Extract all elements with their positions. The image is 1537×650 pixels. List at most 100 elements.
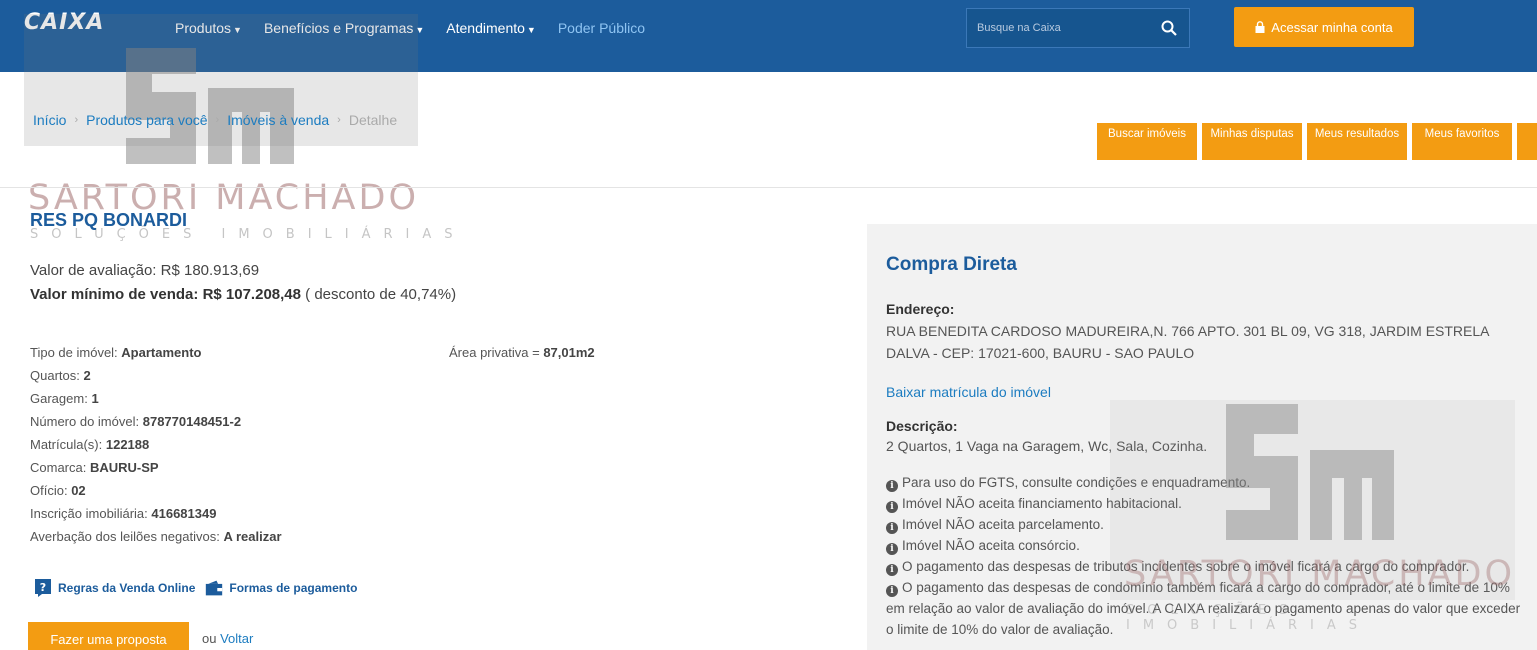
lock-icon: [1255, 21, 1265, 33]
quick-actions: Buscar imóveis Minhas disputas Meus resu…: [1097, 123, 1537, 160]
detail-label: Tipo de imóvel:: [30, 345, 118, 360]
area-value: 87,01m2: [543, 345, 595, 360]
nav-atendimento[interactable]: Atendimento ▼: [446, 20, 536, 36]
chevron-down-icon: ▼: [526, 25, 536, 35]
property-details: Tipo de imóvel: Apartamento Quartos: 2 G…: [30, 344, 282, 551]
detail-value: 122188: [105, 437, 150, 452]
meus-favoritos-button[interactable]: Meus favoritos: [1412, 123, 1512, 160]
detail-value: 416681349: [151, 506, 217, 521]
chevron-right-icon: ›: [74, 114, 79, 126]
main-nav: Produtos ▼ Benefícios e Programas ▼ Atendi…: [175, 20, 645, 36]
chevron-right-icon: ›: [215, 114, 220, 126]
wallet-icon: [206, 580, 223, 596]
area-label: Área privativa =: [449, 345, 540, 360]
property-title: RES PQ BONARDI: [30, 210, 188, 230]
breadcrumb-imoveis[interactable]: Imóveis à venda: [227, 112, 329, 128]
detail-row: Ofício: 02: [30, 482, 282, 505]
breadcrumb-inicio[interactable]: Início: [33, 112, 66, 128]
baixar-matricula-link[interactable]: Baixar matrícula do imóvel: [886, 384, 1051, 400]
endereco-label: Endereço:: [886, 301, 955, 317]
detail-row: Comarca: BAURU-SP: [30, 459, 282, 482]
detail-label: Ofício:: [30, 483, 68, 498]
detail-value: 2: [83, 368, 91, 383]
valor-avaliacao-label: Valor de avaliação:: [30, 262, 157, 279]
detail-value: 02: [71, 483, 86, 498]
valor-minimo-value: R$ 107.208,48: [202, 286, 301, 303]
detail-row: Garagem: 1: [30, 390, 282, 413]
detail-value: BAURU-SP: [89, 460, 159, 475]
detail-label: Comarca:: [30, 460, 87, 475]
chevron-right-icon: ›: [337, 114, 341, 126]
panel-title: Compra Direta: [886, 254, 1017, 275]
info-icon: i: [886, 564, 898, 576]
valor-avaliacao: Valor de avaliação: R$ 180.913,69: [30, 262, 259, 279]
nav-atendimento-label: Atendimento: [446, 20, 525, 36]
ou-text: ou: [202, 631, 217, 646]
note-text: O pagamento das despesas de condomínio t…: [886, 580, 1521, 637]
nav-produtos[interactable]: Produtos ▼: [175, 20, 242, 36]
login-label: Acessar minha conta: [1271, 19, 1393, 35]
search-icon[interactable]: [1161, 20, 1177, 36]
nav-produtos-label: Produtos: [175, 20, 232, 36]
list-item: i O pagamento das despesas de tributos in…: [886, 556, 1526, 577]
breadcrumb-produtos[interactable]: Produtos para você: [86, 112, 207, 128]
info-icon: i: [886, 543, 898, 555]
desconto: ( desconto de 40,74%): [305, 286, 457, 303]
formas-pagamento-label: Formas de pagamento: [229, 581, 358, 595]
note-text: Para uso do FGTS, consulte condições e e…: [902, 475, 1251, 490]
search-box: [966, 8, 1190, 48]
info-icon: i: [886, 480, 898, 492]
detail-value: 1: [91, 391, 99, 406]
note-text: Imóvel NÃO aceita financiamento habitaci…: [902, 496, 1182, 511]
valor-minimo: Valor mínimo de venda: R$ 107.208,48 ( d…: [30, 286, 456, 303]
login-button[interactable]: Acessar minha conta: [1234, 7, 1414, 47]
fazer-proposta-button[interactable]: Fazer uma proposta: [28, 622, 189, 650]
regras-venda-label: Regras da Venda Online: [58, 581, 196, 595]
top-header: CAIXA Produtos ▼ Benefícios e Programas ▼ …: [0, 0, 1537, 72]
note-text: Imóvel NÃO aceita parcelamento.: [902, 517, 1104, 532]
breadcrumb: Início › Produtos para você › Imóveis à …: [33, 112, 397, 128]
valor-avaliacao-value: R$ 180.913,69: [160, 262, 260, 279]
detail-label: Averbação dos leilões negativos:: [30, 529, 220, 544]
detail-row: Número do imóvel: 878770148451-2: [30, 413, 282, 436]
detail-value: A realizar: [223, 529, 282, 544]
chevron-down-icon: ▼: [233, 25, 242, 35]
minhas-disputas-button[interactable]: Minhas disputas: [1202, 123, 1302, 160]
formas-pagamento-link[interactable]: Formas de pagamento: [205, 578, 357, 598]
info-icon: i: [886, 585, 898, 597]
detail-row: Quartos: 2: [30, 367, 282, 390]
info-icon: i: [886, 501, 898, 513]
meus-resultados-button[interactable]: Meus resultados: [1307, 123, 1407, 160]
info-links: ? Regras da Venda Online Formas de pagam…: [34, 578, 357, 598]
list-item: i Imóvel NÃO aceita consórcio.: [886, 535, 1526, 556]
breadcrumb-detalhe: Detalhe: [348, 112, 398, 128]
detail-row: Averbação dos leilões negativos: A reali…: [30, 528, 282, 551]
detail-label: Garagem:: [30, 391, 88, 406]
search-input[interactable]: [977, 18, 1147, 38]
detail-label: Quartos:: [30, 368, 80, 383]
valor-minimo-label: Valor mínimo de venda:: [30, 286, 199, 303]
nav-beneficios[interactable]: Benefícios e Programas ▼: [264, 20, 424, 36]
header-divider: [0, 187, 1537, 188]
list-item: i Para uso do FGTS, consulte condições e …: [886, 472, 1526, 493]
detail-value: Apartamento: [121, 345, 202, 360]
caixa-logo[interactable]: CAIXA: [24, 10, 104, 35]
note-text: Imóvel NÃO aceita consórcio.: [902, 538, 1080, 553]
svg-text:?: ?: [40, 581, 46, 594]
list-item: i Imóvel NÃO aceita parcelamento.: [886, 514, 1526, 535]
list-item: iO pagamento das despesas de condomínio …: [886, 577, 1526, 640]
more-actions-button[interactable]: [1517, 123, 1537, 160]
area-privativa: Área privativa = 87,01m2: [449, 344, 595, 362]
voltar-link[interactable]: Voltar: [220, 631, 253, 646]
detail-value: 878770148451-2: [142, 414, 242, 429]
detail-label: Matrícula(s):: [30, 437, 103, 452]
info-icon: i: [886, 522, 898, 534]
descricao-label: Descrição:: [886, 418, 958, 434]
ou-voltar: ou Voltar: [202, 631, 253, 646]
buscar-imoveis-button[interactable]: Buscar imóveis: [1097, 123, 1197, 160]
nav-poder-publico[interactable]: Poder Público: [558, 20, 645, 36]
detail-row: Tipo de imóvel: Apartamento: [30, 344, 282, 367]
endereco-value: RUA BENEDITA CARDOSO MADUREIRA,N. 766 AP…: [886, 323, 1489, 361]
regras-venda-link[interactable]: ? Regras da Venda Online: [34, 578, 195, 598]
help-icon: ?: [35, 579, 51, 597]
